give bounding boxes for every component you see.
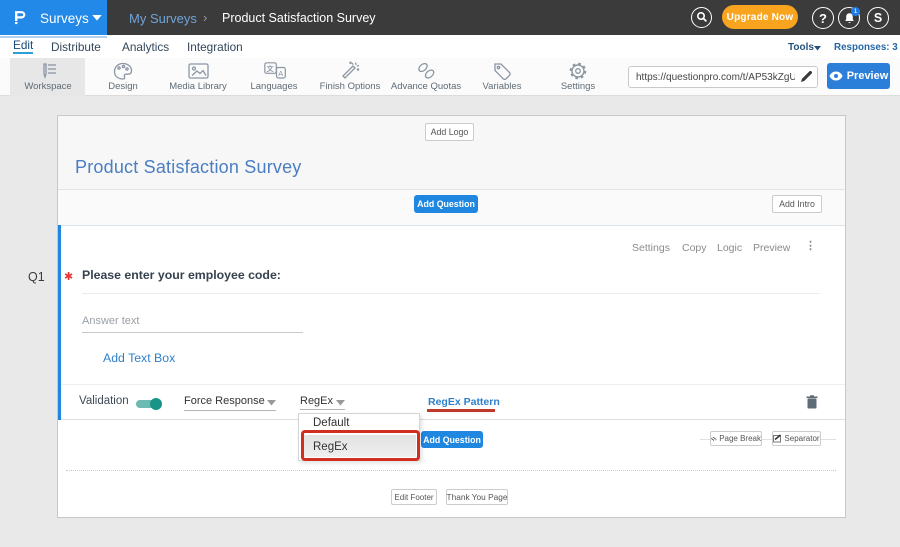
- svg-text:文: 文: [267, 64, 275, 73]
- svg-text:A: A: [278, 69, 283, 78]
